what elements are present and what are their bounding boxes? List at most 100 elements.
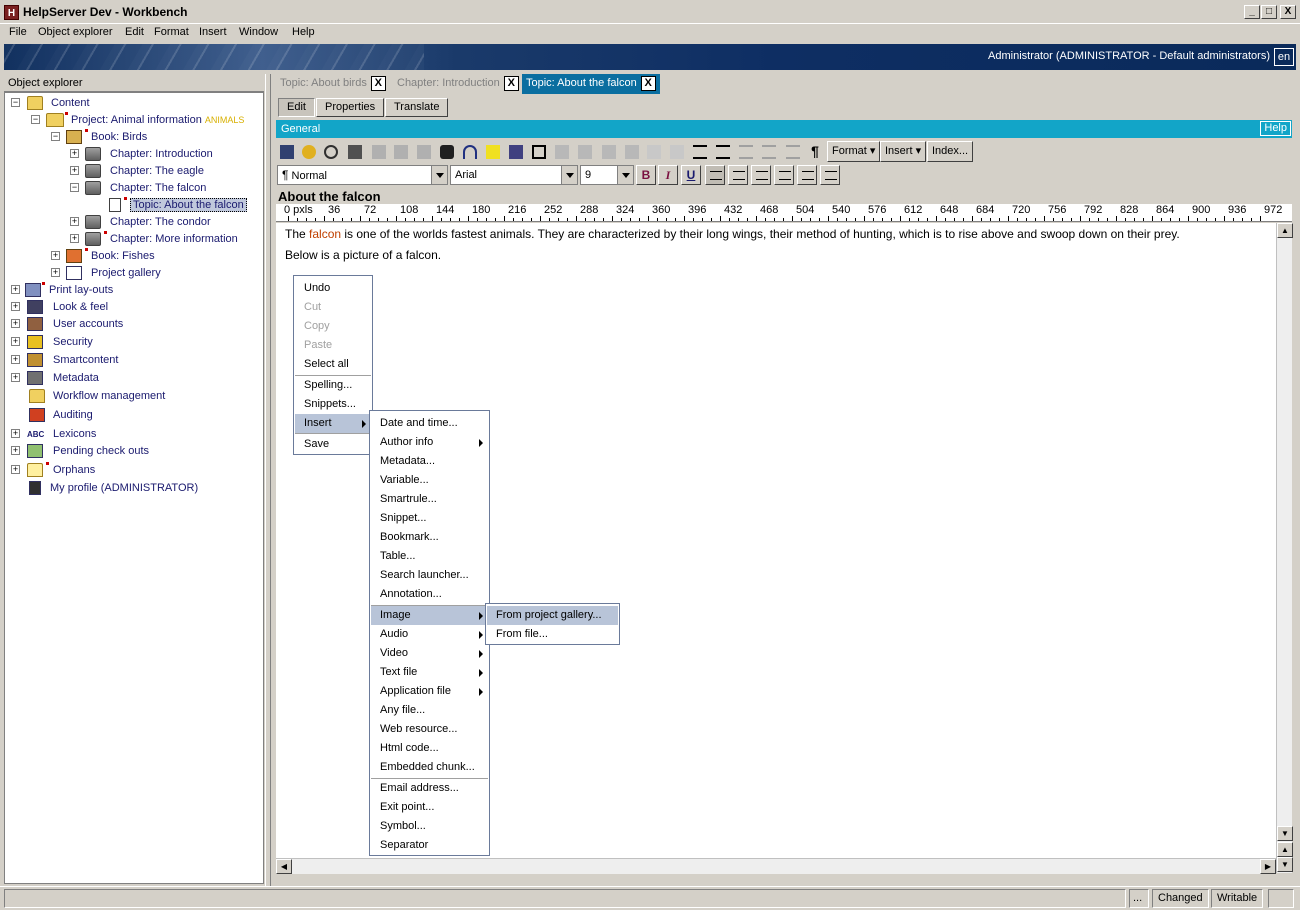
expand-icon[interactable]: +: [70, 166, 79, 175]
list-outdent-icon[interactable]: [782, 141, 802, 162]
menu-insert[interactable]: Insert: [295, 414, 371, 433]
menu-text-file[interactable]: Text file: [371, 663, 488, 682]
copy-icon[interactable]: [390, 141, 410, 162]
tree-item-look-feel[interactable]: Look & feel: [27, 299, 108, 315]
tree-item-security[interactable]: Security: [27, 334, 93, 350]
tab-topic-about-birds[interactable]: Topic: About birds X: [276, 74, 390, 94]
scroll-page-down-icon[interactable]: ▼: [1277, 857, 1293, 872]
font-size-select[interactable]: 9: [580, 165, 634, 185]
menu-exit-point[interactable]: Exit point...: [371, 798, 488, 817]
table-icon[interactable]: [551, 141, 571, 162]
insert-dropdown[interactable]: Insert ▾: [880, 141, 927, 162]
menu-window[interactable]: Window: [239, 26, 278, 38]
collapse-icon[interactable]: −: [70, 183, 79, 192]
help-button[interactable]: Help: [1260, 121, 1291, 136]
tree-item-metadata[interactable]: Metadata: [27, 370, 99, 386]
tree-item-project-gallery[interactable]: Project gallery: [66, 265, 161, 281]
menu-embedded-chunk[interactable]: Embedded chunk...: [371, 758, 488, 777]
find-icon[interactable]: [436, 141, 456, 162]
menu-separator-item[interactable]: Separator: [371, 836, 488, 855]
numbered-list-icon[interactable]: [689, 141, 709, 162]
menu-symbol[interactable]: Symbol...: [371, 817, 488, 836]
scroll-up-icon[interactable]: ▲: [1277, 223, 1293, 238]
tree-item-auditing[interactable]: Auditing: [29, 407, 93, 423]
expand-icon[interactable]: +: [11, 302, 20, 311]
style-select[interactable]: ¶ Normal: [277, 165, 448, 185]
tab-topic-about-falcon[interactable]: Topic: About the falcon X: [522, 74, 660, 94]
table-col-icon[interactable]: [598, 141, 618, 162]
menu-object-explorer[interactable]: Object explorer: [38, 26, 113, 38]
menu-variable[interactable]: Variable...: [371, 471, 488, 490]
table-row-icon[interactable]: [574, 141, 594, 162]
tree-item-chapter-falcon[interactable]: Chapter: The falcon: [85, 180, 206, 196]
expand-icon[interactable]: +: [11, 319, 20, 328]
tree-item-topic-falcon[interactable]: Topic: About the falcon: [109, 197, 247, 213]
menu-select-all[interactable]: Select all: [295, 355, 371, 374]
expand-icon[interactable]: +: [70, 149, 79, 158]
menu-bookmark[interactable]: Bookmark...: [371, 528, 488, 547]
cut-icon[interactable]: [368, 141, 388, 162]
index-button[interactable]: Index...: [927, 141, 974, 162]
close-tab-icon[interactable]: X: [640, 75, 656, 91]
italic-button[interactable]: I: [658, 165, 678, 185]
maximize-button[interactable]: □: [1261, 5, 1277, 19]
menu-email[interactable]: Email address...: [371, 779, 488, 798]
highlight-icon[interactable]: [482, 141, 502, 162]
scroll-down-icon[interactable]: ▼: [1277, 826, 1293, 841]
tab-translate[interactable]: Translate: [385, 98, 449, 117]
align-left-icon[interactable]: [705, 165, 725, 185]
menu-author-info[interactable]: Author info: [371, 433, 488, 452]
panel-splitter[interactable]: [265, 74, 271, 886]
menu-snippet[interactable]: Snippet...: [371, 509, 488, 528]
outdent-icon[interactable]: [797, 165, 817, 185]
tree-item-my-profile[interactable]: My profile (ADMINISTRATOR): [29, 480, 198, 496]
expand-icon[interactable]: +: [51, 268, 60, 277]
align-center-icon[interactable]: [728, 165, 748, 185]
bullet-list-icon[interactable]: [712, 141, 732, 162]
table-split-icon[interactable]: [621, 141, 641, 162]
save-icon[interactable]: [276, 141, 296, 162]
menu-undo[interactable]: Undo: [295, 279, 371, 298]
tree-item-smartcontent[interactable]: Smartcontent: [27, 352, 118, 368]
menu-any-file[interactable]: Any file...: [371, 701, 488, 720]
menu-metadata[interactable]: Metadata...: [371, 452, 488, 471]
menu-smartrule[interactable]: Smartrule...: [371, 490, 488, 509]
print-icon[interactable]: [344, 141, 364, 162]
scroll-left-icon[interactable]: ◀: [276, 859, 292, 874]
close-button[interactable]: X: [1280, 5, 1296, 19]
tree-item-print-layouts[interactable]: Print lay-outs: [25, 282, 113, 298]
tree-item-orphans[interactable]: Orphans: [27, 462, 95, 478]
menu-from-project-gallery[interactable]: From project gallery...: [487, 606, 618, 625]
paste-icon[interactable]: [413, 141, 433, 162]
menu-date-time[interactable]: Date and time...: [371, 414, 488, 433]
menu-format[interactable]: Format: [154, 26, 189, 38]
vertical-scrollbar[interactable]: ▲ ▼ ▲ ▼: [1276, 223, 1293, 873]
expand-icon[interactable]: +: [11, 355, 20, 364]
menu-video[interactable]: Video: [371, 644, 488, 663]
collapse-icon[interactable]: −: [11, 98, 20, 107]
undo-icon[interactable]: [459, 141, 479, 162]
tree-item-workflow[interactable]: Workflow management: [29, 388, 165, 404]
tree-item-lexicons[interactable]: ABC Lexicons: [27, 426, 96, 442]
expand-icon[interactable]: +: [70, 217, 79, 226]
menu-paste[interactable]: Paste: [295, 336, 371, 355]
language-button[interactable]: en: [1274, 48, 1294, 66]
list-indent-icon[interactable]: [758, 141, 778, 162]
tree-item-user-accounts[interactable]: User accounts: [27, 316, 123, 332]
menu-cut[interactable]: Cut: [295, 298, 371, 317]
table-merge-icon[interactable]: [643, 141, 663, 162]
refresh-icon[interactable]: [298, 141, 318, 162]
tree-item-book-birds[interactable]: Book: Birds: [66, 129, 147, 145]
tree-item-book-fishes[interactable]: Book: Fishes: [66, 248, 155, 264]
close-tab-icon[interactable]: X: [503, 75, 519, 91]
menu-from-file[interactable]: From file...: [487, 625, 618, 644]
tree-item-content[interactable]: Content: [27, 95, 90, 111]
minimize-button[interactable]: _: [1244, 5, 1260, 19]
expand-icon[interactable]: +: [11, 446, 20, 455]
indent-icon[interactable]: [820, 165, 840, 185]
menu-annotation[interactable]: Annotation...: [371, 585, 488, 604]
expand-icon[interactable]: +: [11, 285, 20, 294]
tree-item-pending-checkouts[interactable]: Pending check outs: [27, 443, 149, 459]
align-justify-icon[interactable]: [774, 165, 794, 185]
expand-icon[interactable]: +: [11, 429, 20, 438]
